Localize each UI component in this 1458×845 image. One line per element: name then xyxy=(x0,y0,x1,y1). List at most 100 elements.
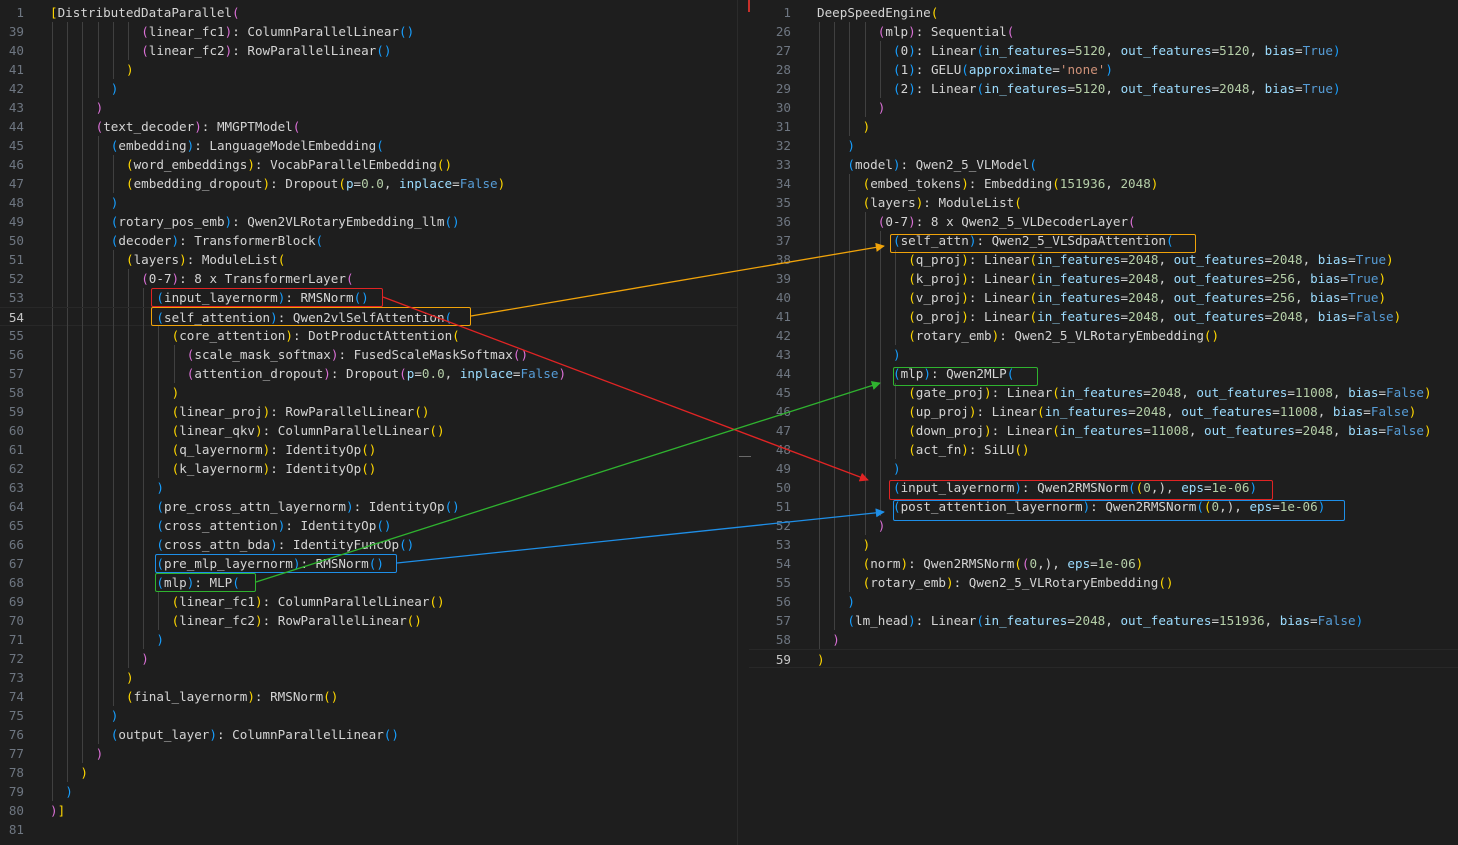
code-line[interactable]: 32) xyxy=(749,136,1458,155)
indent-guide xyxy=(97,478,99,497)
code-line[interactable]: 70 (linear_fc2): RowParallelLinear() xyxy=(0,611,737,630)
code-line[interactable]: 31) xyxy=(749,117,1458,136)
left-editor-pane[interactable]: 1 [DistributedDataParallel(39 (linear_fc1)… xyxy=(0,0,737,845)
code-line[interactable]: 42 (rotary_emb): Qwen2_5_VLRotaryEmbeddin… xyxy=(749,326,1458,345)
code-line[interactable]: 43) xyxy=(749,345,1458,364)
token: () xyxy=(399,537,415,552)
code-line[interactable]: 58) xyxy=(749,630,1458,649)
code-line[interactable]: 48 (act_fn): SiLU() xyxy=(749,440,1458,459)
right-input-layernorm-box xyxy=(889,480,1273,500)
code-line[interactable]: 51 (layers): ModuleList( xyxy=(0,250,737,269)
code-line[interactable]: 56) xyxy=(749,592,1458,611)
token: () xyxy=(1158,575,1174,590)
code-line[interactable]: 77) xyxy=(0,744,737,763)
code-line[interactable]: 39 (linear_fc1): ColumnParallelLinear() xyxy=(0,22,737,41)
code-line[interactable]: 55 (core_attention): DotProductAttention( xyxy=(0,326,737,345)
code-line[interactable]: 57 (lm_head): Linear(in_features=2048, ou… xyxy=(749,611,1458,630)
code-line[interactable]: 39 (k_proj): Linear(in_features=2048, out… xyxy=(749,269,1458,288)
code-line[interactable]: 60 (linear_qkv): ColumnParallelLinear() xyxy=(0,421,737,440)
code-line[interactable]: 45 (embedding): LanguageModelEmbedding( xyxy=(0,136,737,155)
left-self-attention-box xyxy=(151,307,471,326)
code-line[interactable]: 76 (output_layer): ColumnParallelLinear() xyxy=(0,725,737,744)
code-line[interactable]: 49) xyxy=(749,459,1458,478)
code-line[interactable]: 54 (norm): Qwen2RMSNorm((0,), eps=1e-06) xyxy=(749,554,1458,573)
code-line[interactable]: 61 (q_layernorm): IdentityOp() xyxy=(0,440,737,459)
code-line[interactable]: 29 (2): Linear(in_features=5120, out_feat… xyxy=(749,79,1458,98)
code-line[interactable]: 1 DeepSpeedEngine( xyxy=(749,3,1458,22)
code-line[interactable]: 26 (mlp): Sequential( xyxy=(749,22,1458,41)
code-line[interactable]: 47 (down_proj): Linear(in_features=11008,… xyxy=(749,421,1458,440)
code-line[interactable]: 50 (decoder): TransformerBlock( xyxy=(0,231,737,250)
indent-guide xyxy=(82,554,84,573)
code-line[interactable]: 36 (0-7): 8 x Qwen2_5_VLDecoderLayer( xyxy=(749,212,1458,231)
indent-guide xyxy=(52,440,53,459)
code-line[interactable]: 62 (k_layernorm): IdentityOp() xyxy=(0,459,737,478)
code-line[interactable]: 57 (attention_dropout): Dropout(p=0.0, in… xyxy=(0,364,737,383)
token: ) xyxy=(179,252,187,267)
code-text: (rotary_emb): Qwen2_5_VLRotaryEmbedding(… xyxy=(908,326,1219,345)
code-line[interactable]: 78) xyxy=(0,763,737,782)
code-line[interactable]: 42) xyxy=(0,79,737,98)
indent-guide xyxy=(834,497,836,516)
code-line[interactable]: 65 (cross_attention): IdentityOp() xyxy=(0,516,737,535)
code-line[interactable]: 46 (word_embeddings): VocabParallelEmbedd… xyxy=(0,155,737,174)
code-line[interactable]: 63) xyxy=(0,478,737,497)
code-line[interactable]: 45 (gate_proj): Linear(in_features=2048, … xyxy=(749,383,1458,402)
code-line[interactable]: 71) xyxy=(0,630,737,649)
code-line[interactable]: 74 (final_layernorm): RMSNorm() xyxy=(0,687,737,706)
code-line[interactable]: 59 (linear_proj): RowParallelLinear() xyxy=(0,402,737,421)
code-line[interactable]: 1 [DistributedDataParallel( xyxy=(0,3,737,22)
code-line[interactable]: 52 (0-7): 8 x TransformerLayer( xyxy=(0,269,737,288)
code-line[interactable]: 59) xyxy=(749,649,1458,668)
token: ) xyxy=(961,442,969,457)
indent-guide xyxy=(834,402,836,421)
token: True xyxy=(1348,290,1379,305)
code-line[interactable]: 81 xyxy=(0,820,737,839)
indent-guide xyxy=(834,478,836,497)
code-line[interactable]: 27 (0): Linear(in_features=5120, out_feat… xyxy=(749,41,1458,60)
code-line[interactable]: 40 (v_proj): Linear(in_features=2048, out… xyxy=(749,288,1458,307)
code-line[interactable]: 68 (mlp): MLP( xyxy=(0,573,737,592)
token: () xyxy=(414,404,430,419)
code-line[interactable]: 66 (cross_attn_bda): IdentityFuncOp() xyxy=(0,535,737,554)
indent-guide xyxy=(82,478,84,497)
token: : Dropout xyxy=(270,176,339,191)
code-line[interactable]: 56 (scale_mask_softmax): FusedScaleMaskSo… xyxy=(0,345,737,364)
code-line[interactable]: 33 (model): Qwen2_5_VLModel( xyxy=(749,155,1458,174)
code-line[interactable]: 44 (mlp): Qwen2MLP( xyxy=(749,364,1458,383)
code-line[interactable]: 43) xyxy=(0,98,737,117)
code-line[interactable]: 41) xyxy=(0,60,737,79)
indent-guide xyxy=(52,630,53,649)
token: ) xyxy=(1135,556,1144,571)
code-line[interactable]: 64 (pre_cross_attn_layernorm): IdentityOp… xyxy=(0,497,737,516)
code-line[interactable]: 41 (o_proj): Linear(in_features=2048, out… xyxy=(749,307,1458,326)
code-line[interactable]: 34 (embed_tokens): Embedding(151936, 2048… xyxy=(749,174,1458,193)
code-line[interactable]: 47 (embedding_dropout): Dropout(p=0.0, in… xyxy=(0,174,737,193)
token: 5120 xyxy=(1075,43,1106,58)
indent-guide xyxy=(67,535,69,554)
line-number: 76 xyxy=(8,727,24,742)
code-line[interactable]: 73) xyxy=(0,668,737,687)
code-line[interactable]: 30) xyxy=(749,98,1458,117)
code-line[interactable]: 69 (linear_fc1): ColumnParallelLinear() xyxy=(0,592,737,611)
right-editor-pane[interactable]: 1 DeepSpeedEngine(26 (mlp): Sequential(27(… xyxy=(749,0,1458,845)
token: down_proj xyxy=(915,423,985,438)
indent-guide xyxy=(834,136,836,155)
code-line[interactable]: 44 (text_decoder): MMGPTModel( xyxy=(0,117,737,136)
token: in_features xyxy=(1044,404,1129,419)
code-line[interactable]: 55 (rotary_emb): Qwen2_5_VLRotaryEmbeddin… xyxy=(749,573,1458,592)
code-line[interactable]: 49 (rotary_pos_emb): Qwen2VLRotaryEmbeddi… xyxy=(0,212,737,231)
indent-guide xyxy=(112,630,114,649)
code-line[interactable]: 80)] xyxy=(0,801,737,820)
code-line[interactable]: 28 (1): GELU(approximate='none') xyxy=(749,60,1458,79)
code-line[interactable]: 79) xyxy=(0,782,737,801)
code-line[interactable]: 75) xyxy=(0,706,737,725)
code-line[interactable]: 46 (up_proj): Linear(in_features=2048, ou… xyxy=(749,402,1458,421)
code-line[interactable]: 40 (linear_fc2): RowParallelLinear() xyxy=(0,41,737,60)
token: ) xyxy=(1378,271,1387,286)
code-line[interactable]: 53) xyxy=(749,535,1458,554)
code-line[interactable]: 72) xyxy=(0,649,737,668)
code-line[interactable]: 58) xyxy=(0,383,737,402)
code-line[interactable]: 35 (layers): ModuleList( xyxy=(749,193,1458,212)
code-line[interactable]: 48) xyxy=(0,193,737,212)
